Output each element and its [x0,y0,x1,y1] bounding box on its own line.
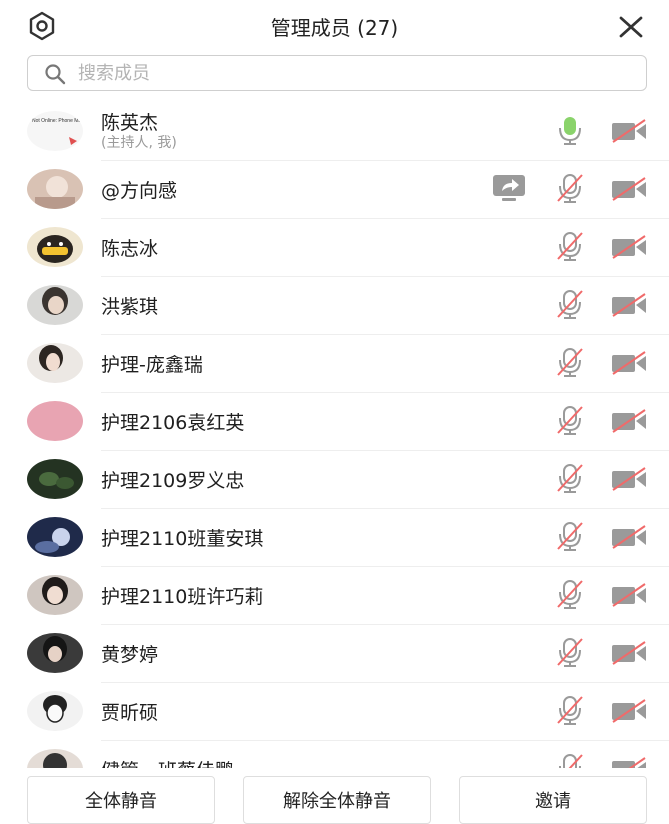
member-name: 护理2109罗义忠 [101,470,245,492]
page-title: 管理成员 (27) [270,16,399,40]
microphone-muted-icon[interactable] [555,288,585,320]
invite-button[interactable]: 邀请 [459,776,647,824]
member-row[interactable]: @方向感 [0,161,669,219]
member-row[interactable]: 护理2109罗义忠 [0,451,669,509]
footer-actions: 全体静音 解除全体静音 邀请 [0,768,669,824]
camera-off-icon[interactable] [610,408,648,434]
microphone-muted-icon[interactable] [555,752,585,768]
camera-off-icon[interactable] [610,176,648,202]
member-name: 护理-庞鑫瑞 [101,354,203,376]
member-role: (主持人, 我) [101,135,177,151]
avatar [27,401,83,441]
camera-off-icon[interactable] [610,582,648,608]
close-icon[interactable] [614,10,648,44]
member-name: 陈英杰 [101,112,159,134]
microphone-muted-icon[interactable] [555,636,585,668]
microphone-muted-icon[interactable] [555,404,585,436]
microphone-muted-icon[interactable] [555,520,585,552]
microphone-muted-icon[interactable] [555,694,585,726]
camera-off-icon[interactable] [610,524,648,550]
member-name: 护理2106袁红英 [101,412,245,434]
unmute-all-button[interactable]: 解除全体静音 [243,776,431,824]
camera-off-icon[interactable] [610,350,648,376]
member-row[interactable]: 陈志冰 [0,219,669,277]
avatar [27,517,83,557]
avatar-badge-text: Not Online: Phone Ma... When Necessar [32,118,83,124]
screen-share-icon[interactable] [491,173,527,203]
member-row[interactable]: 贾昕硕 [0,683,669,741]
camera-off-icon[interactable] [610,698,648,724]
member-name: 陈志冰 [101,238,159,260]
member-row[interactable]: 护理2106袁红英 [0,393,669,451]
microphone-muted-icon[interactable] [555,346,585,378]
search-icon [45,64,66,85]
member-row[interactable]: 护理-庞鑫瑞 [0,335,669,393]
microphone-muted-icon[interactable] [555,462,585,494]
member-row[interactable]: 护理2110班董安琪 [0,509,669,567]
member-list[interactable]: Not Online: Phone Ma... When Necessar 陈英杰… [0,103,669,768]
avatar [27,227,83,267]
avatar [27,575,83,615]
member-row[interactable]: 黄梦婷 [0,625,669,683]
microphone-muted-icon[interactable] [555,172,585,204]
camera-off-icon[interactable] [610,756,648,768]
avatar: Not Online: Phone Ma... When Necessar [27,111,83,151]
avatar [27,691,83,731]
member-name: 黄梦婷 [101,644,159,666]
member-name: @方向感 [101,180,178,202]
member-name: 贾昕硕 [101,702,159,724]
member-name: 护理2110班董安琪 [101,528,264,550]
member-row[interactable]: 洪紫琪 [0,277,669,335]
member-name: 洪紫琪 [101,296,159,318]
avatar [27,633,83,673]
search-input[interactable] [78,59,618,87]
avatar [27,169,83,209]
avatar [27,459,83,499]
search-box [27,55,647,91]
camera-off-icon[interactable] [610,466,648,492]
header: 管理成员 (27) [0,0,669,52]
mute-all-button[interactable]: 全体静音 [27,776,215,824]
avatar [27,749,83,768]
member-name: 健管一班蔡佳鹏 [101,756,234,768]
microphone-muted-icon[interactable] [555,230,585,262]
member-row[interactable]: 护理2110班许巧莉 [0,567,669,625]
microphone-muted-icon[interactable] [555,578,585,610]
camera-off-icon[interactable] [610,234,648,260]
member-row[interactable]: 健管一班蔡佳鹏 [0,741,669,768]
camera-off-icon[interactable] [610,118,648,144]
avatar [27,343,83,383]
member-name: 护理2110班许巧莉 [101,586,264,608]
camera-off-icon[interactable] [610,640,648,666]
avatar [27,285,83,325]
camera-off-icon[interactable] [610,292,648,318]
member-row[interactable]: Not Online: Phone Ma... When Necessar 陈英杰… [0,103,669,161]
microphone-icon[interactable] [555,114,585,146]
